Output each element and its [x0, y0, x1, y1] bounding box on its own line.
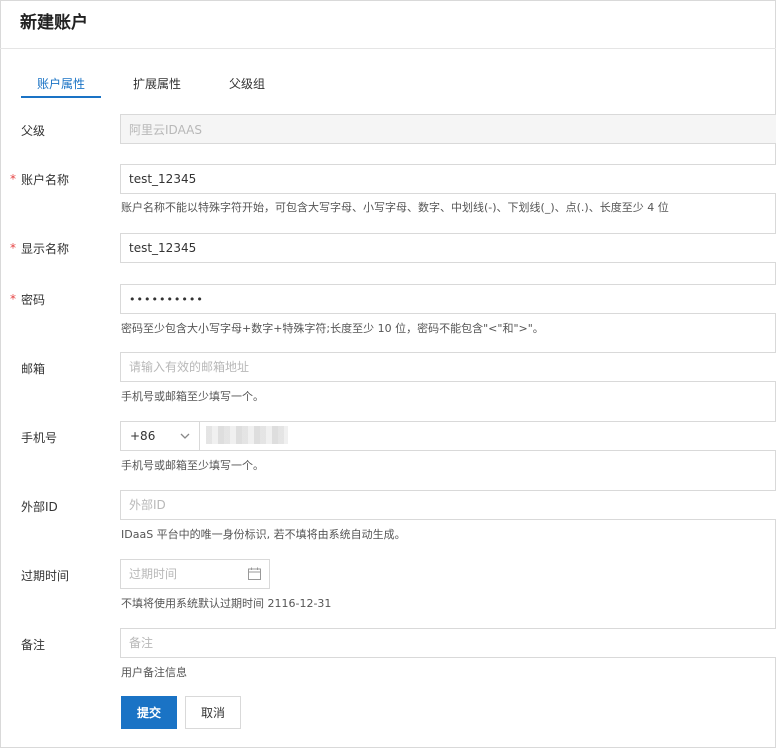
parent-field [120, 114, 776, 144]
password-label: 密码 [21, 293, 46, 307]
tab-parent-groups[interactable]: 父级组 [229, 75, 265, 92]
required-mark: * [10, 241, 16, 255]
account-name-help: 账户名称不能以特殊字符开始，可包含大写字母、小写字母、数字、中划线(-)、下划线… [121, 201, 669, 214]
display-name-label: 显示名称 [21, 242, 70, 256]
tab-extended-attributes[interactable]: 扩展属性 [133, 75, 181, 92]
external-id-input[interactable] [120, 490, 776, 520]
submit-button[interactable]: 提交 [121, 696, 177, 729]
password-help: 密码至少包含大小写字母+数字+特殊字符;长度至少 10 位，密码不能包含"<"和… [121, 322, 544, 335]
expire-time-label: 过期时间 [21, 569, 70, 583]
country-code-value: +86 [130, 429, 156, 443]
expire-time-help: 不填将使用系统默认过期时间 2116-12-31 [121, 597, 332, 610]
remark-label: 备注 [21, 638, 46, 652]
page-title: 新建账户 [20, 13, 88, 33]
required-mark: * [10, 292, 16, 306]
remark-input[interactable] [120, 628, 776, 658]
country-code-select[interactable]: +86 [120, 421, 200, 451]
email-label: 邮箱 [21, 362, 46, 376]
display-name-input[interactable] [120, 233, 776, 263]
tab-account-attributes[interactable]: 账户属性 [37, 75, 85, 92]
phone-number-redacted [206, 426, 288, 444]
parent-label: 父级 [21, 124, 46, 138]
phone-label: 手机号 [21, 431, 58, 445]
required-mark: * [10, 172, 16, 186]
cancel-button[interactable]: 取消 [185, 696, 241, 729]
email-input[interactable] [120, 352, 776, 382]
external-id-label: 外部ID [21, 500, 58, 514]
phone-help: 手机号或邮箱至少填写一个。 [121, 459, 264, 472]
password-input[interactable] [120, 284, 776, 314]
email-help: 手机号或邮箱至少填写一个。 [121, 390, 264, 403]
account-name-input[interactable] [120, 164, 776, 194]
remark-help: 用户备注信息 [121, 666, 187, 679]
chevron-down-icon [180, 433, 190, 439]
calendar-icon[interactable] [248, 567, 261, 580]
account-name-label: 账户名称 [21, 173, 70, 187]
external-id-help: IDaaS 平台中的唯一身份标识, 若不填将由系统自动生成。 [121, 528, 406, 541]
header-divider [0, 48, 776, 49]
active-tab-indicator [21, 96, 101, 98]
expire-time-picker[interactable] [120, 559, 270, 589]
